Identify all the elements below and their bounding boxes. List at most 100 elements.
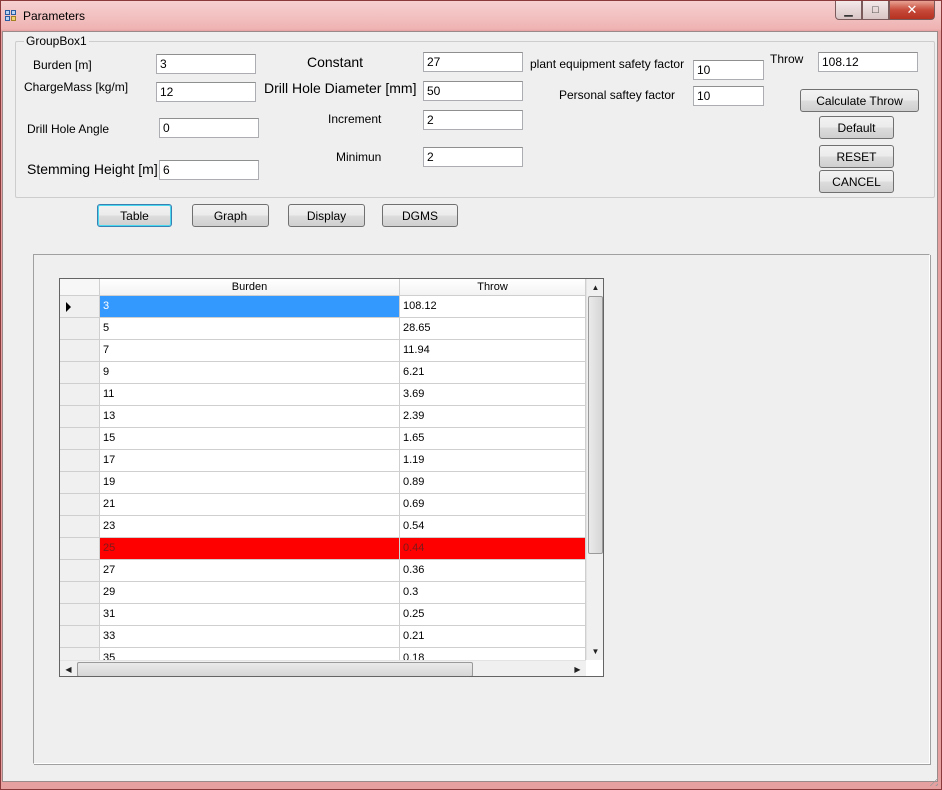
table-row[interactable]: 7 11.94 [60,340,586,362]
table-row[interactable]: 17 1.19 [60,450,586,472]
table-row[interactable]: 3 108.12 [60,296,586,318]
cell-throw[interactable]: 0.18 [400,648,586,660]
scroll-up-arrow-icon[interactable]: ▲ [587,279,603,296]
table-row[interactable]: 27 0.36 [60,560,586,582]
row-header[interactable] [60,648,100,660]
cell-throw[interactable]: 1.65 [400,428,586,450]
cell-throw[interactable]: 0.69 [400,494,586,516]
minimum-input[interactable]: 2 [423,147,523,167]
cell-burden[interactable]: 31 [100,604,400,626]
reset-button[interactable]: RESET [819,145,894,168]
cell-throw[interactable]: 0.54 [400,516,586,538]
charge-mass-input[interactable]: 12 [156,82,256,102]
table-row[interactable]: 29 0.3 [60,582,586,604]
row-header[interactable] [60,296,100,318]
cell-throw[interactable]: 11.94 [400,340,586,362]
table-row[interactable]: 11 3.69 [60,384,586,406]
row-header[interactable] [60,560,100,582]
row-header[interactable] [60,472,100,494]
row-header[interactable] [60,406,100,428]
cell-burden[interactable]: 33 [100,626,400,648]
close-button[interactable]: ✕ [889,1,935,20]
tab-table[interactable]: Table [97,204,172,227]
cell-burden[interactable]: 21 [100,494,400,516]
cell-burden[interactable]: 27 [100,560,400,582]
row-header[interactable] [60,516,100,538]
maximize-button[interactable]: □ [862,1,889,20]
table-row[interactable]: 9 6.21 [60,362,586,384]
cell-burden[interactable]: 9 [100,362,400,384]
vertical-scroll-thumb[interactable] [588,296,603,554]
default-button[interactable]: Default [819,116,894,139]
stemming-height-input[interactable]: 6 [159,160,259,180]
horizontal-scrollbar[interactable]: ◀ ▶ [60,660,586,676]
column-header-burden[interactable]: Burden [100,279,400,296]
cell-burden[interactable]: 7 [100,340,400,362]
cell-burden[interactable]: 23 [100,516,400,538]
table-row[interactable]: 5 28.65 [60,318,586,340]
title-bar[interactable]: Parameters ▁ □ ✕ [1,1,941,31]
column-header-throw[interactable]: Throw [400,279,586,296]
cell-throw[interactable]: 0.3 [400,582,586,604]
cell-throw[interactable]: 0.89 [400,472,586,494]
constant-input[interactable]: 27 [423,52,523,72]
table-row[interactable]: 35 0.18 [60,648,586,660]
calculate-throw-button[interactable]: Calculate Throw [800,89,919,112]
cell-throw[interactable]: 108.12 [400,296,586,318]
drill-hole-diameter-input[interactable]: 50 [423,81,523,101]
cell-throw[interactable]: 28.65 [400,318,586,340]
cell-throw[interactable]: 3.69 [400,384,586,406]
table-row[interactable]: 23 0.54 [60,516,586,538]
cell-throw[interactable]: 1.19 [400,450,586,472]
scroll-down-arrow-icon[interactable]: ▼ [587,643,603,660]
row-header[interactable] [60,340,100,362]
cell-burden[interactable]: 29 [100,582,400,604]
row-header[interactable] [60,362,100,384]
table-row[interactable]: 13 2.39 [60,406,586,428]
cell-burden[interactable]: 13 [100,406,400,428]
row-header[interactable] [60,318,100,340]
vertical-scrollbar[interactable]: ▲ ▼ [586,279,603,660]
table-row[interactable]: 33 0.21 [60,626,586,648]
cell-burden[interactable]: 25 [100,538,400,560]
plant-safety-factor-input[interactable]: 10 [693,60,764,80]
grid-corner[interactable] [60,279,100,296]
cell-burden[interactable]: 11 [100,384,400,406]
scroll-right-arrow-icon[interactable]: ▶ [569,661,586,676]
minimize-button[interactable]: ▁ [835,1,862,20]
table-row[interactable]: 21 0.69 [60,494,586,516]
cell-throw[interactable]: 0.36 [400,560,586,582]
throw-output[interactable]: 108.12 [818,52,918,72]
table-row[interactable]: 31 0.25 [60,604,586,626]
row-header[interactable] [60,538,100,560]
cell-burden[interactable]: 15 [100,428,400,450]
row-header[interactable] [60,604,100,626]
cell-burden[interactable]: 19 [100,472,400,494]
cell-burden[interactable]: 3 [100,296,400,318]
results-grid[interactable]: Burden Throw 3 108.12 5 28.65 7 11.94 9 6.21 11 3… [59,278,604,677]
cell-throw[interactable]: 0.25 [400,604,586,626]
personal-safety-factor-input[interactable]: 10 [693,86,764,106]
cell-burden[interactable]: 17 [100,450,400,472]
scroll-left-arrow-icon[interactable]: ◀ [60,661,77,676]
tab-dgms[interactable]: DGMS [382,204,458,227]
cell-burden[interactable]: 35 [100,648,400,660]
horizontal-scroll-thumb[interactable] [77,662,473,676]
cell-throw[interactable]: 6.21 [400,362,586,384]
row-header[interactable] [60,428,100,450]
drill-hole-angle-input[interactable]: 0 [159,118,259,138]
cell-throw[interactable]: 2.39 [400,406,586,428]
cell-burden[interactable]: 5 [100,318,400,340]
tab-graph[interactable]: Graph [192,204,269,227]
row-header[interactable] [60,582,100,604]
table-row[interactable]: 19 0.89 [60,472,586,494]
row-header[interactable] [60,450,100,472]
row-header[interactable] [60,626,100,648]
burden-input[interactable]: 3 [156,54,256,74]
cell-throw[interactable]: 0.21 [400,626,586,648]
tab-display[interactable]: Display [288,204,365,227]
increment-input[interactable]: 2 [423,110,523,130]
table-row[interactable]: 25 0.44 [60,538,586,560]
row-header[interactable] [60,494,100,516]
table-row[interactable]: 15 1.65 [60,428,586,450]
